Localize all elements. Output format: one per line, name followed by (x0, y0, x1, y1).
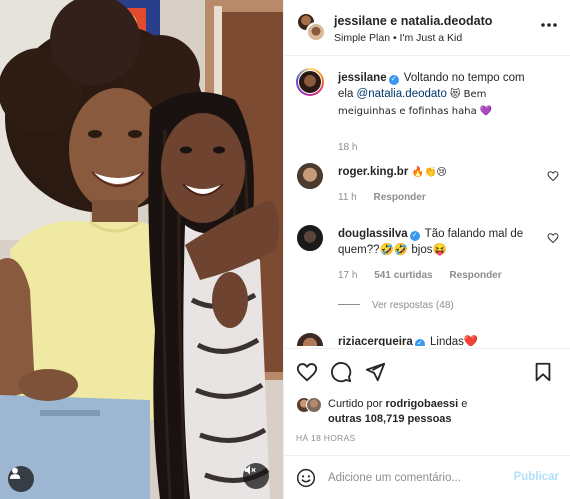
post-header: jessilane e natalia.deodato Simple Plan … (284, 0, 570, 56)
more-icon[interactable] (539, 18, 559, 32)
caption-meta: 18 h (338, 142, 371, 153)
comment-time: 11 h (338, 192, 357, 203)
reply-button[interactable]: Responder (374, 192, 426, 203)
view-replies-label: Ver respostas (48) (372, 300, 454, 311)
comment-body: Lindas❤️ (430, 336, 479, 346)
heart-icon[interactable] (547, 170, 559, 182)
publish-button[interactable]: Publicar (514, 471, 559, 483)
avatar (306, 22, 326, 42)
mention-link[interactable]: @natalia.deodato (357, 88, 447, 100)
comment-username[interactable]: roger.king.br (338, 166, 408, 178)
view-replies-button[interactable]: Ver respostas (48) (338, 300, 454, 311)
avatar[interactable] (296, 162, 324, 190)
likes-prefix: Curtido por (328, 398, 386, 410)
comment-likes[interactable]: 541 curtidas (374, 270, 432, 281)
mute-icon (244, 465, 256, 475)
caption-username[interactable]: jessilane (338, 72, 387, 84)
post-authors[interactable]: jessilane e natalia.deodato (334, 14, 492, 28)
verified-icon: ✓ (414, 339, 425, 346)
comment-text: riziacerqueira ✓ Lindas❤️ (338, 334, 538, 346)
divider (338, 304, 360, 305)
comment-icon[interactable] (330, 361, 352, 383)
photo-illustration (0, 0, 283, 499)
avatar[interactable] (296, 224, 324, 252)
emoji-icon[interactable] (296, 468, 316, 488)
tagged-user-button[interactable] (8, 466, 34, 492)
avatar[interactable] (296, 332, 324, 346)
likes-others[interactable]: outras 108,719 pessoas (328, 413, 452, 425)
collab-avatars[interactable] (296, 12, 326, 42)
comment-text: douglassilva ✓ Tão falando mal de quem??🤣… (338, 226, 528, 258)
comment-time: 17 h (338, 270, 358, 281)
comments-list[interactable]: jessilane ✓ Voltando no tempo com ela @na… (284, 56, 570, 346)
avatar (306, 397, 322, 413)
liker-username[interactable]: rodrigobaessi (385, 398, 458, 410)
likes-mid: e (458, 398, 468, 410)
post-time-ago[interactable]: HÁ 18 HORAS (296, 433, 356, 443)
add-comment-bar: Publicar (284, 455, 570, 499)
user-icon (9, 467, 21, 479)
caption-text: jessilane ✓ Voltando no tempo com ela @na… (338, 70, 538, 120)
action-bar (284, 348, 570, 394)
share-icon[interactable] (364, 361, 386, 383)
comment-meta: 17 h 541 curtidas Responder (338, 270, 516, 281)
mute-button[interactable] (243, 463, 269, 489)
comment-body: 🔥👏😢 (411, 167, 447, 178)
comment-username[interactable]: riziacerqueira (338, 336, 413, 346)
avatar[interactable] (296, 68, 324, 96)
verified-icon: ✓ (409, 231, 420, 241)
reply-button[interactable]: Responder (449, 270, 501, 281)
heart-icon[interactable] (547, 232, 559, 244)
comment-text: roger.king.br 🔥👏😢 (338, 164, 538, 181)
caption-time: 18 h (338, 142, 358, 153)
music-label[interactable]: Simple Plan • I'm Just a Kid (334, 32, 462, 44)
post-photo[interactable] (0, 0, 283, 499)
comment-username[interactable]: douglassilva (338, 228, 408, 240)
verified-icon: ✓ (388, 75, 399, 85)
comment-input[interactable] (328, 468, 498, 488)
likes-summary[interactable]: Curtido por rodrigobaessi e outras 108,7… (296, 395, 566, 427)
likes-text: Curtido por rodrigobaessi e outras 108,7… (328, 397, 467, 427)
comment-meta: 11 h Responder (338, 192, 440, 203)
post-side-panel: jessilane e natalia.deodato Simple Plan … (283, 0, 570, 499)
bookmark-icon[interactable] (532, 361, 554, 383)
heart-icon[interactable] (296, 361, 318, 383)
